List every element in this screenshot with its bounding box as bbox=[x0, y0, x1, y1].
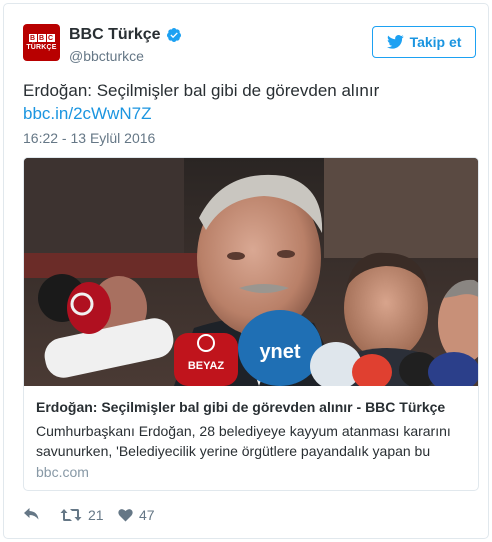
bbc-logo: B B C bbox=[28, 34, 55, 42]
tweet-link[interactable]: bbc.in/2cWwN7Z bbox=[23, 104, 151, 124]
follow-button[interactable]: Takip et bbox=[372, 26, 476, 58]
card-description-line: Cumhurbaşkanı Erdoğan, 28 belediyeye kay… bbox=[36, 423, 451, 439]
tweet-timestamp[interactable]: 16:22 - 13 Eylül 2016 bbox=[23, 130, 155, 146]
like-count: 47 bbox=[139, 507, 155, 523]
avatar[interactable]: B B C TÜRKÇE bbox=[23, 24, 60, 61]
mic-label-ynet: ynet bbox=[259, 341, 300, 363]
display-name[interactable]: BBC Türkçe bbox=[69, 26, 161, 44]
logo-letter: B bbox=[37, 34, 46, 42]
follow-button-label: Takip et bbox=[409, 34, 462, 50]
twitter-bird-icon bbox=[386, 35, 404, 49]
mic-label-beyaz: BEYAZ bbox=[188, 360, 225, 372]
avatar-subtitle: TÜRKÇE bbox=[26, 44, 57, 51]
news-photo: BEYAZ ynet bbox=[24, 158, 478, 386]
logo-letter: C bbox=[46, 34, 55, 42]
retweet-icon bbox=[60, 509, 82, 521]
card-description-line: savunurken, 'Belediyecilik yerine örgütl… bbox=[36, 443, 431, 459]
reply-button[interactable] bbox=[23, 507, 40, 521]
retweet-button[interactable]: 21 bbox=[60, 507, 104, 523]
verified-badge-icon bbox=[166, 28, 181, 42]
link-preview-card[interactable]: BEYAZ ynet Erdoğan: Seçilmişler bal gibi… bbox=[23, 157, 479, 491]
heart-icon bbox=[118, 509, 133, 522]
author-name-line: BBC Türkçe bbox=[69, 26, 182, 44]
user-handle[interactable]: @bbcturkce bbox=[69, 48, 144, 64]
card-domain: bbc.com bbox=[36, 464, 89, 480]
tweet-card: B B C TÜRKÇE BBC Türkçe @bbcturkce Takip… bbox=[3, 3, 489, 539]
reply-icon bbox=[24, 508, 39, 520]
logo-letter: B bbox=[28, 34, 37, 42]
like-button[interactable]: 47 bbox=[118, 507, 155, 523]
retweet-count: 21 bbox=[88, 507, 104, 523]
card-description: Cumhurbaşkanı Erdoğan, 28 belediyeye kay… bbox=[36, 421, 470, 461]
tweet-text: Erdoğan: Seçilmişler bal gibi de görevde… bbox=[23, 81, 380, 100]
card-title: Erdoğan: Seçilmişler bal gibi de görevde… bbox=[36, 399, 446, 415]
